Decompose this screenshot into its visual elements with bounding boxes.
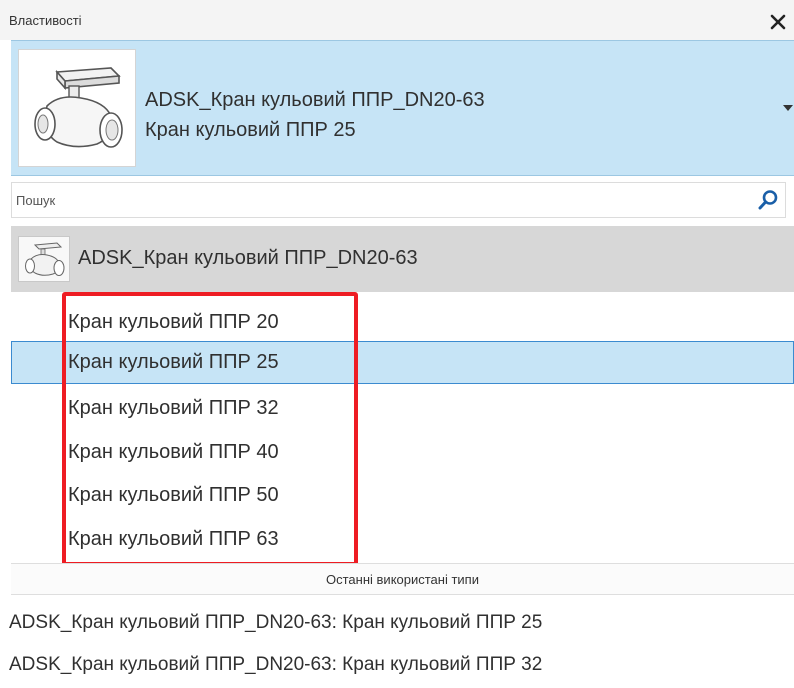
search-box	[11, 182, 786, 218]
type-list-item-label: Кран кульовий ППР 20	[68, 311, 279, 333]
title-bar: Властивості	[0, 0, 794, 40]
type-list-item-label: Кран кульовий ППР 50	[68, 484, 279, 506]
search-input[interactable]	[16, 189, 736, 211]
caret-down-icon[interactable]	[782, 103, 794, 113]
recent-types-header: Останні використані типи	[11, 563, 794, 595]
properties-panel: Властивості ADSK_Кран кульовий ППР_DN20-…	[0, 0, 794, 688]
close-icon	[770, 14, 786, 30]
close-button[interactable]	[766, 10, 790, 34]
family-group-row[interactable]: ADSK_Кран кульовий ППР_DN20-63	[11, 226, 794, 292]
type-list-item[interactable]: Кран кульовий ППР 40	[11, 431, 794, 474]
type-thumbnail	[18, 49, 136, 167]
type-selector[interactable]: ADSK_Кран кульовий ППР_DN20-63 Кран куль…	[11, 40, 794, 176]
type-list-item[interactable]: Кран кульовий ППР 32	[11, 387, 794, 430]
recent-type-item-label: ADSK_Кран кульовий ППР_DN20-63: Кран кул…	[9, 612, 543, 633]
type-list-item-selected[interactable]: Кран кульовий ППР 25	[11, 341, 794, 384]
recent-type-item[interactable]: ADSK_Кран кульовий ППР_DN20-63: Кран кул…	[0, 645, 794, 685]
ball-valve-icon	[34, 67, 123, 148]
search-icon	[758, 190, 778, 210]
selected-family-name: ADSK_Кран кульовий ППР_DN20-63	[145, 89, 485, 111]
type-selector-text: ADSK_Кран кульовий ППР_DN20-63 Кран куль…	[145, 85, 485, 145]
type-list-item-label: Кран кульовий ППР 25	[68, 351, 279, 373]
type-list-item[interactable]: Кран кульовий ППР 50	[11, 474, 794, 517]
type-list-item-label: Кран кульовий ППР 40	[68, 441, 279, 463]
panel-title: Властивості	[9, 13, 82, 28]
selected-type-name: Кран кульовий ППР 25	[145, 119, 356, 141]
type-list-item-label: Кран кульовий ППР 63	[68, 528, 279, 550]
search-button[interactable]	[757, 189, 779, 211]
type-list-item-label: Кран кульовий ППР 32	[68, 397, 279, 419]
recent-types-header-label: Останні використані типи	[326, 572, 479, 587]
recent-type-item[interactable]: ADSK_Кран кульовий ППР_DN20-63: Кран кул…	[0, 603, 794, 643]
recent-type-item-label: ADSK_Кран кульовий ППР_DN20-63: Кран кул…	[9, 654, 543, 675]
family-group-label: ADSK_Кран кульовий ППР_DN20-63	[78, 247, 418, 269]
ball-valve-icon	[25, 242, 65, 276]
family-thumbnail	[18, 236, 70, 282]
type-list-item[interactable]: Кран кульовий ППР 20	[11, 301, 794, 344]
type-list-item[interactable]: Кран кульовий ППР 63	[11, 518, 794, 561]
